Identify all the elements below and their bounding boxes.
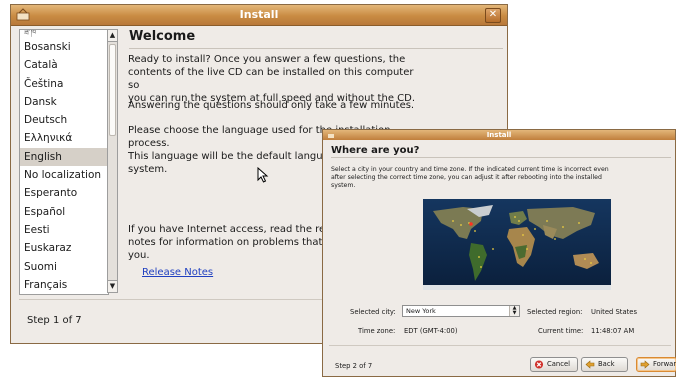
description-line: system. xyxy=(331,182,356,189)
installer-window-timezone: Install Where are you? Select a city in … xyxy=(322,129,676,377)
forward-button[interactable]: Forward xyxy=(636,357,676,372)
page-title: Where are you? xyxy=(331,145,420,156)
language-item[interactable]: Bosanski xyxy=(20,38,108,56)
back-label: Back xyxy=(598,360,615,368)
combo-spinner-icon[interactable]: ▲ ▼ xyxy=(509,306,519,316)
time-zone-label: Time zone: xyxy=(358,327,396,335)
heading-divider xyxy=(331,157,671,158)
close-window-button[interactable]: ✕ xyxy=(485,8,501,23)
step-indicator: Step 1 of 7 xyxy=(27,315,82,326)
language-list[interactable]: ཟོ་ཁ Bosanski Català Čeština Dansk Deuts… xyxy=(19,29,109,295)
language-item[interactable]: Euskaraz xyxy=(20,239,108,257)
language-list-scrollbar[interactable]: ▲ ▼ xyxy=(107,29,118,293)
cancel-icon xyxy=(534,360,544,369)
language-item[interactable]: Suomi xyxy=(20,258,108,276)
back-button[interactable]: Back xyxy=(581,357,628,372)
language-item-selected[interactable]: English xyxy=(20,147,108,167)
intro-paragraph: Ready to install? Once you answer a few … xyxy=(128,53,418,105)
heading-divider xyxy=(129,48,503,49)
city-value: New York xyxy=(406,307,436,315)
selected-city-marker xyxy=(469,222,473,226)
scrollbar-thumb[interactable] xyxy=(109,44,116,136)
mouse-pointer-icon xyxy=(257,167,269,183)
window-titlebar[interactable]: Install xyxy=(323,130,675,140)
language-item[interactable]: Čeština xyxy=(20,75,108,93)
cancel-label: Cancel xyxy=(547,360,571,368)
step-indicator: Step 2 of 7 xyxy=(335,362,373,370)
back-arrow-icon xyxy=(585,360,595,369)
city-combobox[interactable]: New York ▲ ▼ xyxy=(402,305,520,317)
footer-divider xyxy=(329,345,671,346)
language-item[interactable]: No localization xyxy=(20,166,108,184)
close-icon: ✕ xyxy=(488,9,498,20)
language-item[interactable]: Eesti xyxy=(20,221,108,239)
cancel-button[interactable]: Cancel xyxy=(530,357,578,372)
selected-city-label: Selected city: xyxy=(350,308,396,316)
window-title: Install xyxy=(486,131,512,139)
language-item[interactable]: Ελληνικά xyxy=(20,129,108,147)
duration-paragraph: Answering the questions should only take… xyxy=(128,100,415,111)
forward-label: Forward xyxy=(653,360,676,368)
intro-line: Ready to install? Once you answer a few … xyxy=(128,54,406,65)
ubuntu-app-icon xyxy=(16,8,30,21)
language-item[interactable]: Català xyxy=(20,56,108,74)
scroll-up-arrow-icon[interactable]: ▲ xyxy=(108,30,117,42)
scroll-down-arrow-icon[interactable]: ▼ xyxy=(108,280,117,292)
description-line: after selecting the correct time zone, y… xyxy=(331,174,602,181)
window-title: Install xyxy=(239,8,279,21)
time-zone-value: EDT (GMT-4:00) xyxy=(404,327,458,335)
page-title: Welcome xyxy=(129,29,196,44)
current-time-label: Current time: xyxy=(538,327,584,335)
language-item[interactable]: Dansk xyxy=(20,93,108,111)
selected-region-label: Selected region: xyxy=(527,308,583,316)
window-titlebar[interactable]: Install ✕ xyxy=(11,5,507,26)
timezone-description: Select a city in your country and time z… xyxy=(331,166,671,190)
selected-region-value: United States xyxy=(591,308,638,316)
language-item[interactable]: Esperanto xyxy=(20,184,108,202)
ubuntu-app-icon xyxy=(328,134,334,138)
forward-arrow-icon xyxy=(640,360,650,369)
language-item[interactable]: Français xyxy=(20,276,108,294)
description-line: Select a city in your country and time z… xyxy=(331,166,609,173)
language-item[interactable]: Deutsch xyxy=(20,111,108,129)
language-item-partial[interactable]: ཟོ་ཁ xyxy=(20,30,108,38)
intro-line: contents of the live CD can be installed… xyxy=(128,67,414,91)
world-map[interactable] xyxy=(423,199,611,290)
language-item[interactable]: Español xyxy=(20,203,108,221)
release-notes-link[interactable]: Release Notes xyxy=(142,267,213,278)
current-time-value: 11:48:07 AM xyxy=(591,327,635,335)
